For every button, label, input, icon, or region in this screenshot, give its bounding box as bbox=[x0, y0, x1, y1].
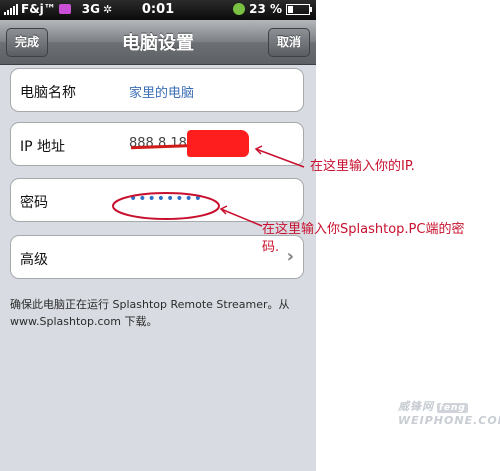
ip-arrow bbox=[255, 148, 305, 168]
password-arrow bbox=[220, 208, 263, 227]
watermark-badge: feng bbox=[437, 403, 468, 413]
ip-annotation: 在这里输入你的IP. bbox=[310, 159, 415, 174]
watermark: 威锋网 feng WEIPHONE.COM bbox=[398, 400, 500, 427]
password-highlight-ellipse bbox=[112, 192, 220, 220]
password-annotation-line1: 在这里输入你Splashtop.PC端的密 bbox=[262, 222, 465, 237]
watermark-cn: 威锋网 bbox=[398, 400, 434, 413]
watermark-en: WEIPHONE.COM bbox=[398, 414, 500, 427]
password-annotation-line2: 码. bbox=[262, 240, 280, 255]
